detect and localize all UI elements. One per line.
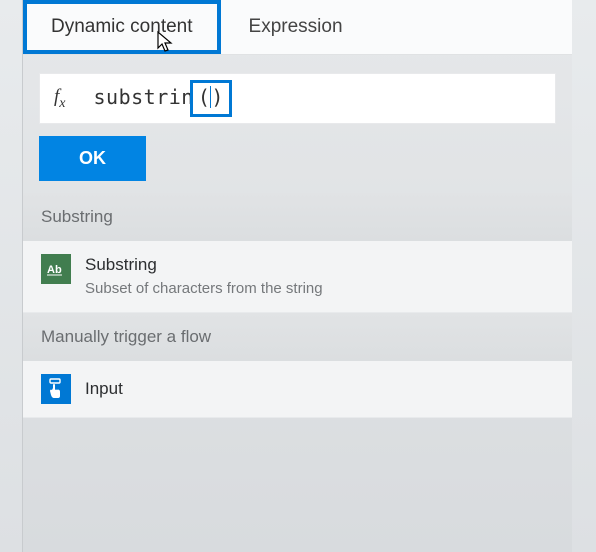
string-icon: Ab [41, 254, 71, 284]
input-icon [41, 374, 71, 404]
tab-expression[interactable]: Expression [221, 0, 371, 54]
tab-label: Expression [249, 16, 343, 38]
tab-bar: Dynamic content Expression [23, 0, 572, 55]
item-text: Substring Subset of characters from the … [85, 254, 323, 299]
caret-highlight: () [190, 80, 232, 117]
tab-dynamic-content[interactable]: Dynamic content [23, 0, 221, 54]
formula-text: substrin() [94, 80, 232, 117]
item-title: Substring [85, 254, 323, 276]
tab-label: Dynamic content [51, 16, 193, 38]
ok-button[interactable]: OK [39, 136, 146, 181]
item-subtitle: Subset of characters from the string [85, 278, 323, 299]
ok-label: OK [79, 148, 106, 168]
section-label: Substring [41, 207, 113, 226]
svg-text:Ab: Ab [47, 264, 62, 276]
item-text: Input [85, 374, 123, 404]
item-title: Input [85, 378, 123, 400]
fx-icon: fx [54, 86, 66, 112]
section-label: Manually trigger a flow [41, 327, 211, 346]
formula-area: fx substrin() [23, 55, 572, 136]
formula-input[interactable]: fx substrin() [39, 73, 556, 124]
section-header-trigger: Manually trigger a flow [23, 313, 572, 361]
list-item-substring[interactable]: Ab Substring Subset of characters from t… [23, 241, 572, 313]
section-header-substring: Substring [23, 193, 572, 241]
list-item-input[interactable]: Input [23, 361, 572, 418]
dynamic-content-panel: Dynamic content Expression fx substrin()… [22, 0, 572, 552]
ok-row: OK [23, 136, 572, 193]
formula-prefix: substrin [94, 85, 194, 109]
